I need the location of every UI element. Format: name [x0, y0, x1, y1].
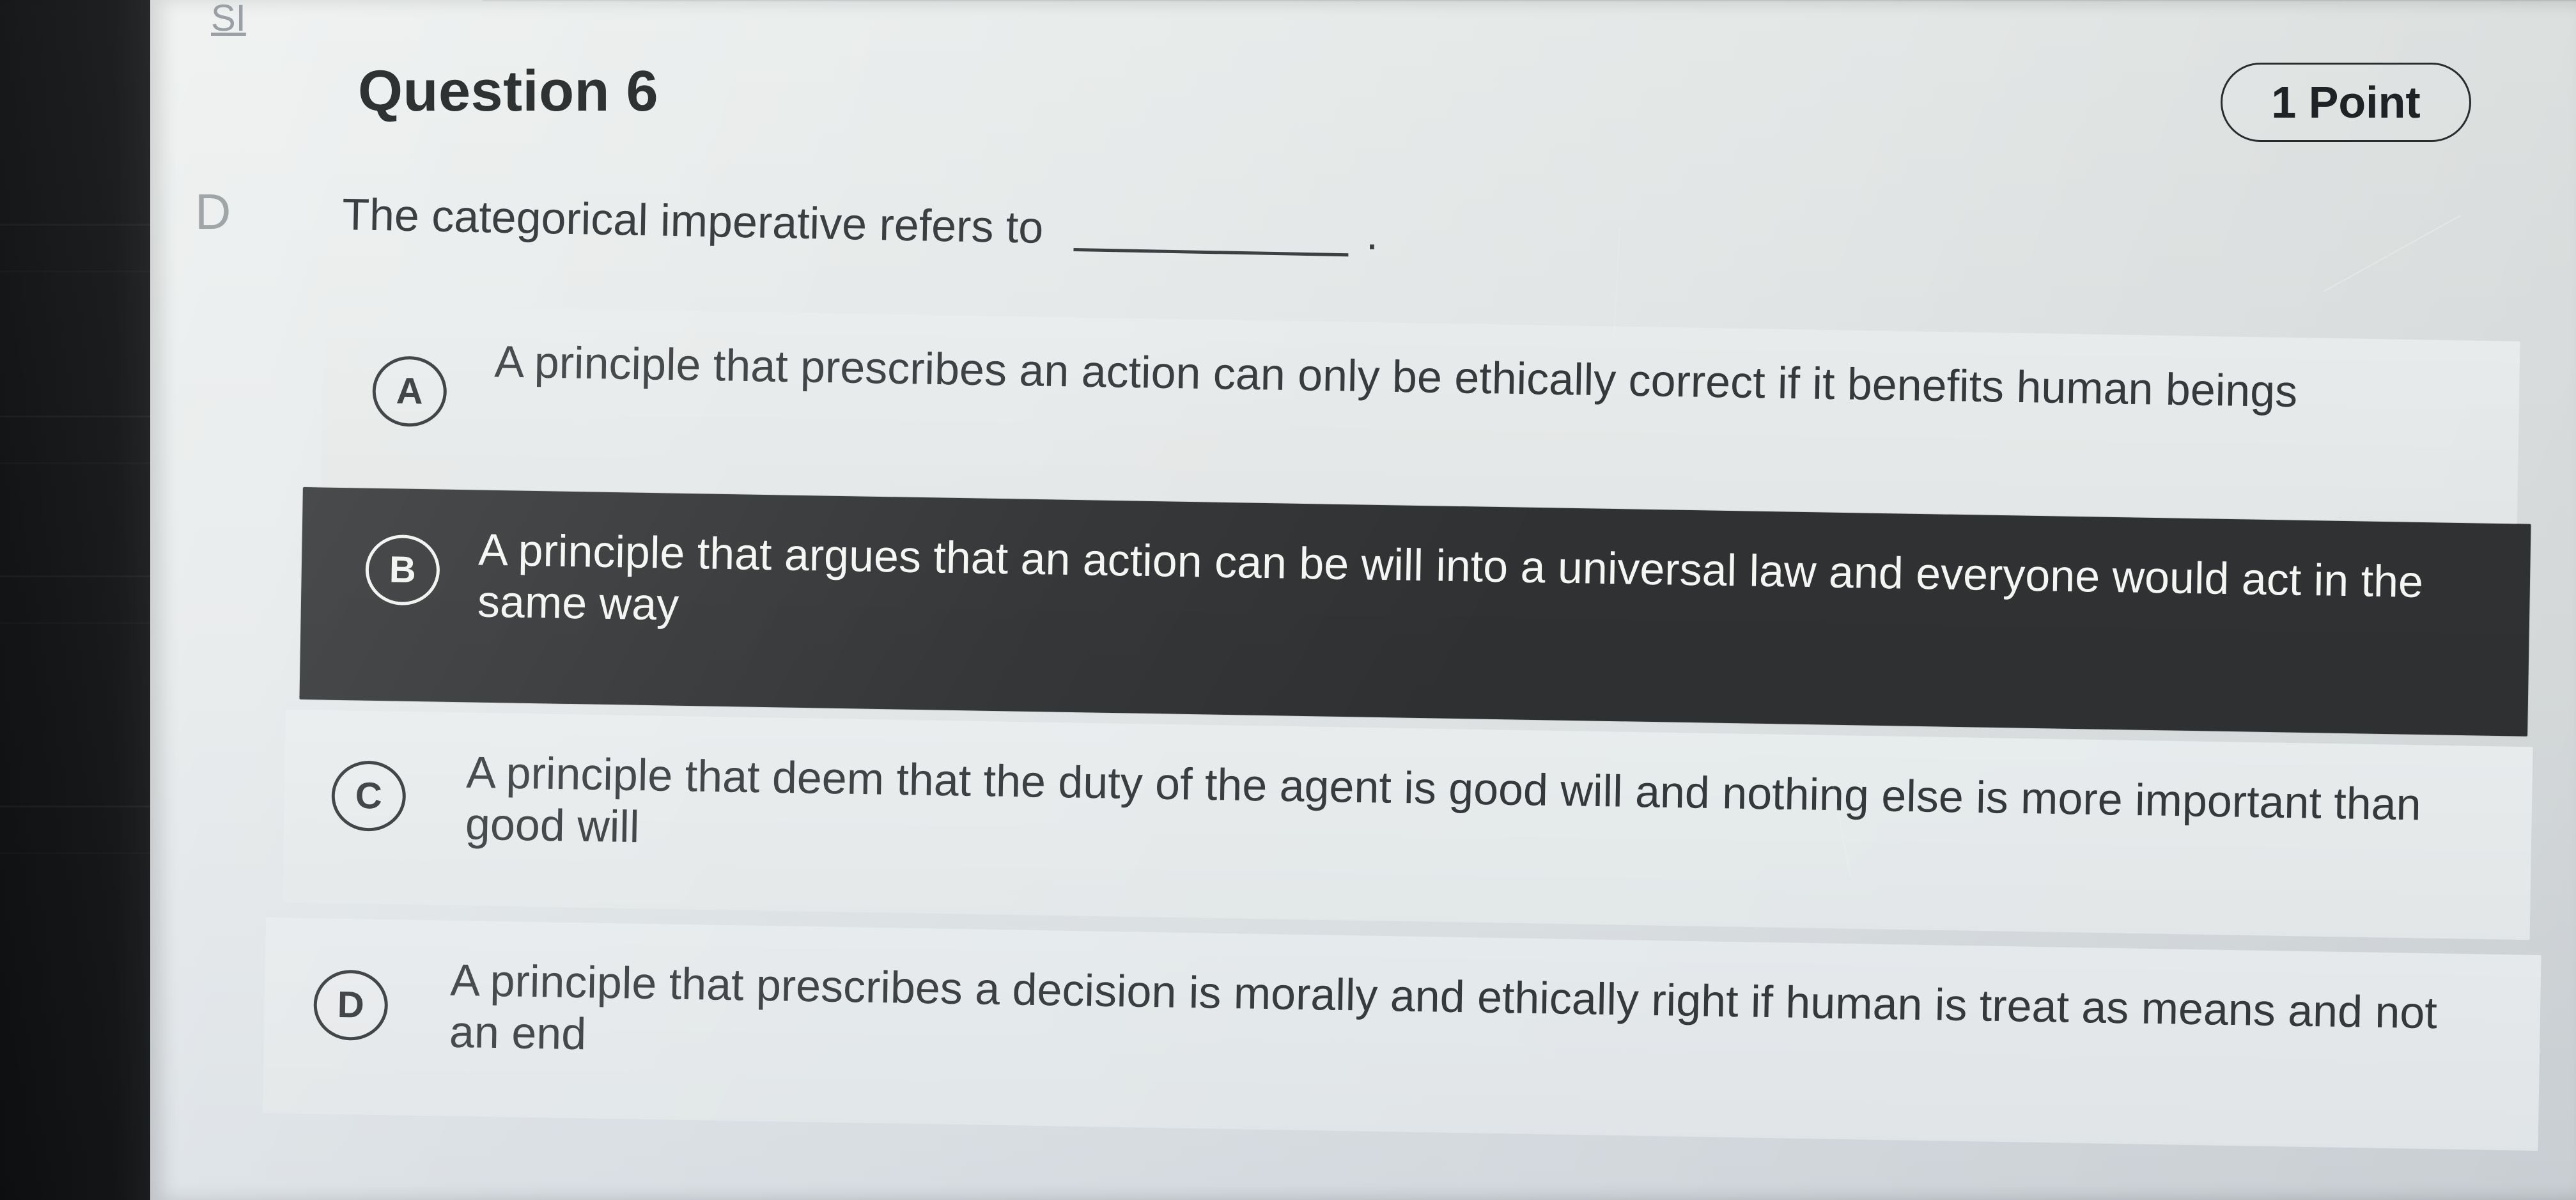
answer-option-d-text: A principle that prescribes a decision i… [449, 955, 2438, 1059]
answer-option-a-letter-badge: A [371, 355, 447, 428]
photo-of-quiz-screen: SI D Question 6 1 Point The categorical … [0, 0, 2576, 1200]
answer-option-a-text: A principle that prescribes an action ca… [493, 336, 2298, 417]
answer-option-c-letter-badge: C [330, 760, 407, 832]
points-badge: 1 Point [2221, 63, 2471, 142]
blurred-left-sidebar-item [0, 224, 153, 272]
top-left-nav-fragment[interactable]: SI [211, 0, 246, 37]
question-prompt-suffix: . [1365, 208, 1379, 260]
left-edge-letter: D [195, 183, 231, 240]
blurred-left-sidebar-item [0, 575, 153, 624]
answer-option-c-text: A principle that deem that the duty of t… [465, 747, 2422, 852]
answer-option-c[interactable]: C A principle that deem that the duty of… [282, 710, 2533, 940]
blurred-left-sidebar-item [0, 806, 153, 854]
blurred-left-sidebar-item [0, 416, 153, 464]
answer-option-b-letter-badge: B [364, 534, 440, 606]
answer-option-b-text: A principle that argues that an action c… [477, 524, 2424, 630]
question-title: Question 6 [358, 59, 659, 124]
top-divider [483, 0, 2576, 1]
answer-option-d[interactable]: D A principle that prescribes a decision… [262, 917, 2541, 1151]
answer-option-b-selected[interactable]: B A principle that argues that an action… [299, 487, 2531, 736]
answer-option-d-letter-badge: D [313, 969, 389, 1041]
